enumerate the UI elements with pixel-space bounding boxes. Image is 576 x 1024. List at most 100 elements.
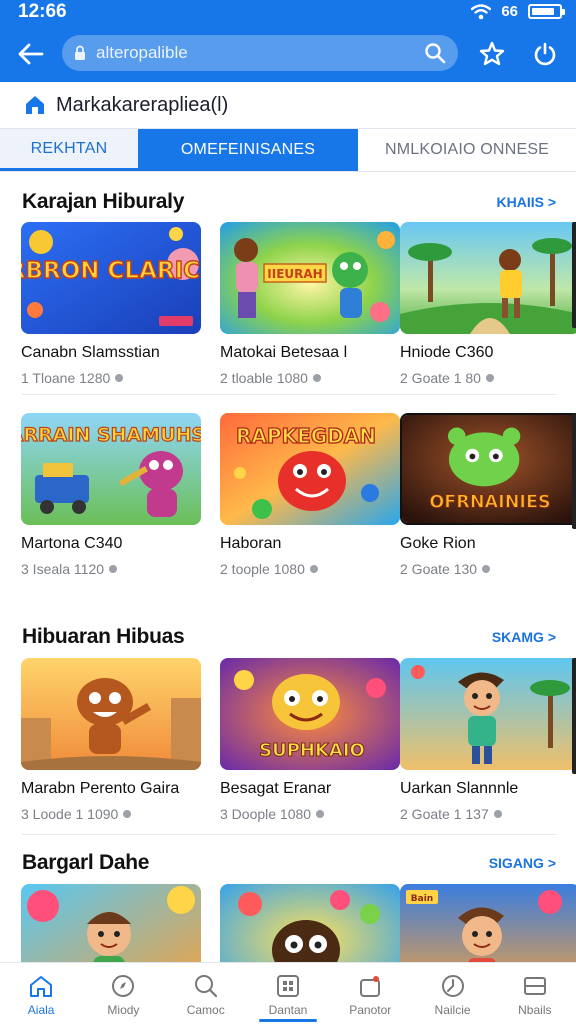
game-stats: 2 Goate 130: [400, 561, 478, 577]
game-stats: 2 Goate 1 137: [400, 806, 489, 822]
nav-label: Camoc: [186, 1003, 225, 1017]
game-title: Matokai Betesaa l: [220, 344, 348, 361]
bookmark-star-button[interactable]: [475, 37, 509, 71]
game-card[interactable]: Marabn Perento Gaira 3 Loode 1 1090: [21, 658, 201, 822]
dot-icon: [316, 810, 325, 818]
game-meta: 3 Loode 1 1090: [21, 806, 201, 822]
nav-store[interactable]: Panotor: [329, 963, 411, 1024]
star-icon: [479, 41, 505, 66]
nav-grid[interactable]: Dantan: [247, 963, 329, 1024]
lock-icon: [74, 44, 90, 62]
power-icon: [534, 42, 556, 66]
nav-label: Dantan: [268, 1003, 308, 1017]
section-title: Karajan Hiburaly: [22, 190, 185, 213]
battery-icon: [528, 4, 565, 19]
game-stats: 1 Tloane 1280: [21, 370, 111, 386]
game-card[interactable]: HARRAIN SHAMUHS Martona C340 3 Iseala 11…: [21, 413, 201, 577]
game-card[interactable]: EERBRON CLARICIAN Canabn Slamsstian 1 Tl…: [21, 222, 201, 386]
game-thumbnail[interactable]: EERBRON CLARICIAN: [21, 222, 201, 334]
dot-icon: [493, 810, 502, 818]
svg-text:EERBRON CLARICIAN: EERBRON CLARICIAN: [21, 258, 201, 284]
game-thumbnail[interactable]: HARRAIN SHAMUHS: [21, 413, 201, 525]
divider: [22, 834, 556, 835]
app-root: 12:66 66 alteropalible Markakarerapliea(…: [0, 0, 576, 1024]
tab-3[interactable]: NMLKOIAIO ONNESE: [358, 129, 576, 171]
nav-home[interactable]: Aiala: [0, 963, 82, 1024]
home-icon: [30, 976, 53, 997]
dot-icon: [485, 374, 494, 382]
dot-icon: [123, 810, 132, 818]
dot-icon: [115, 374, 124, 382]
browser-header: 12:66 66 alteropalible: [0, 0, 576, 82]
game-meta: 2 toople 1080: [220, 561, 400, 577]
see-all-link[interactable]: SIGANG >: [489, 855, 556, 871]
carousel-peek: [572, 222, 576, 328]
game-title: Canabn Slamsstian: [21, 344, 160, 361]
wifi-icon: [471, 3, 492, 19]
carousel-peek: [572, 658, 576, 774]
game-meta: 3 Doople 1080: [220, 806, 400, 822]
power-button[interactable]: [528, 37, 562, 71]
game-thumbnail[interactable]: IIEURAH: [220, 222, 400, 334]
status-time: 12:66: [18, 1, 67, 22]
url-text[interactable]: alteropalible: [96, 43, 424, 63]
nav-notifications[interactable]: Nailcie: [411, 963, 493, 1024]
nav-explore[interactable]: Miody: [82, 963, 164, 1024]
game-card[interactable]: Uarkan Slannnle 2 Goate 1 137: [400, 658, 576, 822]
dot-icon: [312, 374, 321, 382]
page-title-row: Markakarerapliea(l): [0, 82, 576, 128]
game-meta: 3 Iseala 1120: [21, 561, 201, 577]
game-thumbnail[interactable]: OFRNAINIES: [400, 413, 576, 525]
game-thumbnail[interactable]: [400, 222, 576, 334]
back-button[interactable]: [14, 38, 48, 70]
game-stats: 3 Doople 1080: [220, 806, 312, 822]
game-card[interactable]: Hniode C360 2 Goate 1 80: [400, 222, 576, 386]
see-all-link[interactable]: SKAMG >: [492, 629, 556, 645]
game-thumbnail[interactable]: [21, 658, 201, 770]
bag-icon: [360, 976, 381, 997]
game-card[interactable]: IIEURAH Matokai Betesaa l 2 tloable 1080: [220, 222, 400, 386]
nav-label: Panotor: [349, 1003, 392, 1017]
arrow-left-icon: [18, 43, 44, 65]
address-bar[interactable]: alteropalible: [62, 35, 458, 71]
game-card[interactable]: SUPHKAIO Besagat Eranar 3 Doople 1080: [220, 658, 400, 822]
game-stats: 3 Loode 1 1090: [21, 806, 119, 822]
clock-icon: [441, 975, 464, 997]
status-bar: 12:66 66: [0, 0, 576, 26]
svg-text:HARRAIN SHAMUHS: HARRAIN SHAMUHS: [21, 424, 201, 446]
category-tabs: REKHTAN OMEFEINISANES NMLKOIAIO ONNESE: [0, 128, 576, 172]
game-meta: 2 Goate 1 137: [400, 806, 576, 822]
tab-2[interactable]: OMEFEINISANES: [138, 129, 358, 171]
nav-active-indicator: [258, 1019, 318, 1022]
game-meta: 2 Goate 1 80: [400, 370, 576, 386]
section-title: Hibuaran Hibuas: [22, 625, 185, 648]
tab-1[interactable]: REKHTAN: [0, 129, 138, 171]
section-title: Bargarl Dahe: [22, 851, 150, 874]
game-meta: 1 Tloane 1280: [21, 370, 201, 386]
svg-text:Bain: Bain: [411, 894, 433, 904]
search-icon: [194, 975, 217, 998]
game-title: Haboran: [220, 535, 282, 552]
game-stats: 2 tloable 1080: [220, 370, 308, 386]
search-icon[interactable]: [424, 42, 446, 64]
game-thumbnail[interactable]: [400, 658, 576, 770]
svg-text:IIEURAH: IIEURAH: [267, 267, 322, 281]
nav-more[interactable]: Nbails: [494, 963, 576, 1024]
game-thumbnail[interactable]: RAPKEGDAN: [220, 413, 400, 525]
game-title: Martona C340: [21, 535, 123, 552]
svg-text:OFRNAINIES: OFRNAINIES: [429, 493, 550, 513]
game-card[interactable]: RAPKEGDAN Haboran 2 toople 1080: [220, 413, 400, 577]
status-icons: 66: [471, 3, 565, 20]
menu-icon: [523, 977, 546, 995]
dot-icon: [309, 565, 318, 573]
nav-search[interactable]: Camoc: [165, 963, 247, 1024]
game-stats: 2 Goate 1 80: [400, 370, 481, 386]
section-header: Hibuaran Hibuas SKAMG >: [22, 623, 556, 651]
browser-nav-bar: alteropalible: [0, 32, 576, 76]
carousel-peek: [572, 413, 576, 529]
page-title: Markakarerapliea(l): [56, 93, 229, 116]
game-title: Marabn Perento Gaira: [21, 780, 180, 797]
see-all-link[interactable]: KHAIIS >: [496, 194, 556, 210]
game-card[interactable]: OFRNAINIES Goke Rion 2 Goate 130: [400, 413, 576, 577]
game-thumbnail[interactable]: SUPHKAIO: [220, 658, 400, 770]
